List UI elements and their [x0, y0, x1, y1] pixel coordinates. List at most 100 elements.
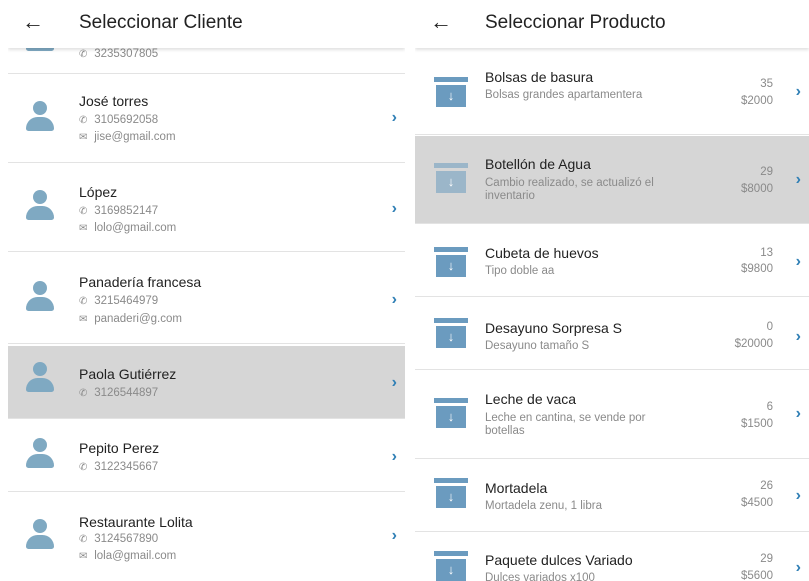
client-row[interactable]: Restaurante Lolita ✆ 3124567890 ✉ lola@g… — [8, 493, 405, 581]
phone-icon: ✆ — [79, 115, 88, 126]
product-row[interactable]: ↓ Bolsas de basura Bolsas grandes aparta… — [415, 53, 809, 135]
product-price: $2000 — [741, 95, 773, 107]
client-name: Restaurante Lolita — [79, 514, 193, 530]
client-name: José torres — [79, 93, 149, 109]
product-price: $5600 — [741, 570, 773, 581]
product-name: Paquete dulces Variado — [485, 552, 633, 568]
email-icon: ✉ — [79, 223, 88, 234]
person-icon — [24, 438, 56, 474]
product-appbar: ← Seleccionar Producto — [415, 0, 809, 48]
phone-icon: ✆ — [79, 296, 88, 307]
chevron-right-icon: › — [795, 559, 801, 576]
chevron-right-icon: › — [391, 200, 397, 217]
back-arrow-icon[interactable]: ← — [22, 9, 44, 35]
client-row[interactable]: López ✆ 3169852147 ✉ lolo@gmail.com › — [8, 164, 405, 252]
client-list: ✆ 3235307805 José torres ✆ 3105692058 ✉ … — [8, 0, 405, 581]
product-price: $4500 — [741, 497, 773, 509]
client-name: Paola Gutiérrez — [79, 366, 177, 382]
chevron-right-icon: › — [391, 109, 397, 126]
select-client-screen: ✆ 3235307805 José torres ✆ 3105692058 ✉ … — [8, 0, 405, 581]
product-description: Cambio realizado, se actualizó el invent… — [485, 177, 654, 202]
chevron-right-icon: › — [795, 171, 801, 188]
email-icon: ✉ — [79, 314, 88, 325]
client-phone: ✆ 3235307805 — [79, 48, 159, 60]
product-name: Botellón de Agua — [485, 156, 591, 172]
product-description: Leche en cantina, se vende por botellas — [485, 412, 646, 437]
chevron-right-icon: › — [795, 405, 801, 422]
product-price: $9800 — [741, 263, 773, 275]
client-email: ✉ lola@gmail.com — [79, 550, 177, 562]
phone-icon: ✆ — [79, 534, 88, 545]
client-phone: ✆ 3124567890 — [79, 533, 159, 545]
page-title: Seleccionar Producto — [485, 12, 666, 33]
phone-icon: ✆ — [79, 462, 88, 473]
person-icon — [24, 190, 56, 226]
product-stock: 6 — [766, 401, 773, 413]
client-appbar: ← Seleccionar Cliente — [8, 0, 405, 48]
client-phone: ✆ 3215464979 — [79, 295, 159, 307]
product-row[interactable]: ↓ Leche de vaca Leche en cantina, se ven… — [415, 371, 809, 459]
phone-icon: ✆ — [79, 206, 88, 217]
chevron-right-icon: › — [795, 253, 801, 270]
product-stock: 26 — [760, 480, 773, 492]
product-description: Tipo doble aa — [485, 265, 555, 277]
product-row[interactable]: ↓ Desayuno Sorpresa S Desayuno tamaño S … — [415, 298, 809, 370]
product-row-partial[interactable]: ↓ Paquete dulces Variado Dulces variados… — [415, 533, 809, 581]
client-email: ✉ jise@gmail.com — [79, 131, 176, 143]
client-phone: ✆ 3126544897 — [79, 387, 159, 399]
product-row[interactable]: ↓ Mortadela Mortadela zenu, 1 libra 26 $… — [415, 460, 809, 532]
product-stock: 29 — [760, 166, 773, 178]
client-phone: ✆ 3122345667 — [79, 461, 159, 473]
product-stock: 0 — [766, 321, 773, 333]
client-row[interactable]: Pepito Perez ✆ 3122345667 › — [8, 420, 405, 492]
person-icon — [24, 362, 56, 398]
product-name: Desayuno Sorpresa S — [485, 320, 622, 336]
product-description: Bolsas grandes apartamentera — [485, 89, 643, 101]
back-arrow-icon[interactable]: ← — [430, 9, 452, 35]
client-row[interactable]: José torres ✆ 3105692058 ✉ jise@gmail.co… — [8, 75, 405, 163]
product-stock: 35 — [760, 78, 773, 90]
product-name: Bolsas de basura — [485, 69, 594, 85]
client-email: ✉ lolo@gmail.com — [79, 222, 177, 234]
client-name: Pepito Perez — [79, 440, 160, 456]
product-stock: 13 — [760, 247, 773, 259]
product-name: Cubeta de huevos — [485, 245, 599, 261]
product-description: Dulces variados x100 — [485, 572, 595, 581]
client-email: ✉ panaderi@g.com — [79, 313, 182, 325]
archive-download-icon: ↓ — [434, 77, 468, 109]
product-row-selected[interactable]: ↓ Botellón de Agua Cambio realizado, se … — [415, 136, 809, 224]
archive-download-icon: ↓ — [434, 247, 468, 279]
person-icon — [24, 101, 56, 137]
product-price: $8000 — [741, 183, 773, 195]
product-description: Desayuno tamaño S — [485, 340, 590, 352]
product-stock: 29 — [760, 553, 773, 565]
person-icon — [24, 281, 56, 317]
chevron-right-icon: › — [795, 487, 801, 504]
client-row-selected[interactable]: Paola Gutiérrez ✆ 3126544897 › — [8, 346, 405, 419]
chevron-right-icon: › — [795, 83, 801, 100]
email-icon: ✉ — [79, 132, 88, 143]
archive-download-icon: ↓ — [434, 318, 468, 350]
product-name: Mortadela — [485, 480, 548, 496]
archive-download-icon: ↓ — [434, 398, 468, 430]
client-phone: ✆ 3105692058 — [79, 114, 159, 126]
client-row[interactable]: Panadería francesa ✆ 3215464979 ✉ panade… — [8, 253, 405, 344]
select-product-screen: ↓ Bolsas de basura Bolsas grandes aparta… — [415, 0, 809, 581]
archive-download-icon: ↓ — [434, 478, 468, 510]
archive-download-icon: ↓ — [434, 163, 468, 195]
phone-icon: ✆ — [79, 49, 88, 60]
chevron-right-icon: › — [795, 328, 801, 345]
product-price: $1500 — [741, 418, 773, 430]
email-icon: ✉ — [79, 551, 88, 562]
product-description: Mortadela zenu, 1 libra — [485, 500, 602, 512]
chevron-right-icon: › — [391, 448, 397, 465]
product-name: Leche de vaca — [485, 391, 577, 407]
product-price: $20000 — [734, 338, 773, 350]
chevron-right-icon: › — [391, 374, 397, 391]
chevron-right-icon: › — [391, 291, 397, 308]
page-title: Seleccionar Cliente — [79, 12, 243, 33]
client-name: Panadería francesa — [79, 274, 202, 290]
client-name: López — [79, 184, 118, 200]
product-row[interactable]: ↓ Cubeta de huevos Tipo doble aa 13 $980… — [415, 225, 809, 297]
client-phone: ✆ 3169852147 — [79, 205, 159, 217]
